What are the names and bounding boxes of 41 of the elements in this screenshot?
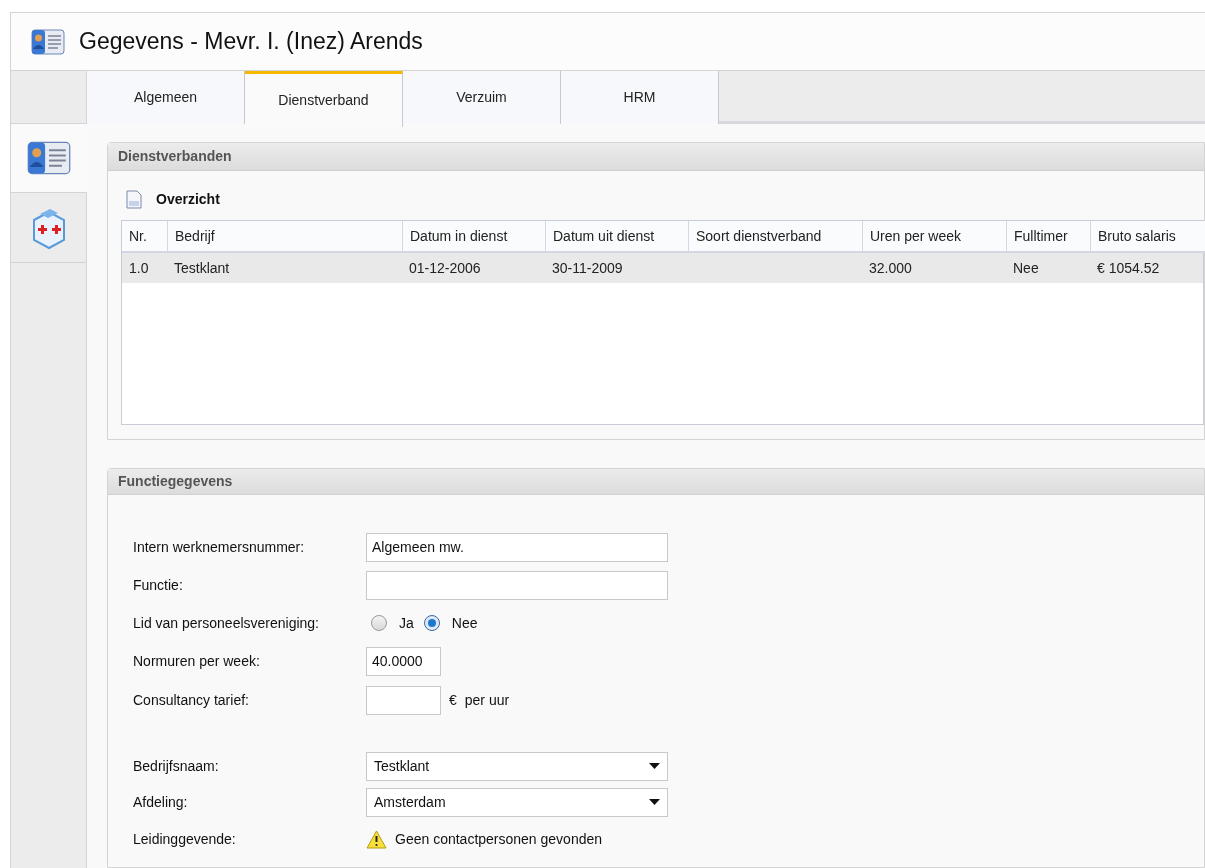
table-cell-text: 30-11-2009 (552, 258, 623, 278)
field-label: Bedrijfsnaam: (133, 756, 220, 776)
panel-title: Dienstverbanden (108, 143, 1204, 171)
table-cell-text: Testklant (174, 258, 230, 278)
panel-title: Functiegegevens (108, 469, 1204, 495)
tab[interactable]: Dienstverband (245, 71, 403, 127)
field-label: Functie: (133, 575, 184, 595)
tab[interactable]: Algemeen (87, 71, 245, 124)
field-label: Intern werknemersnummer: (133, 537, 306, 557)
window-title: Gegevens - Mevr. I. (Inez) Arends (79, 27, 423, 57)
table-cell-text: Nee (1013, 258, 1039, 278)
column-header[interactable]: Datum uit dienst (545, 221, 688, 251)
field-label: Leidinggevende: (133, 829, 237, 849)
unit-label: per uur (464, 690, 510, 710)
field-label: Lid van personeelsvereniging: (133, 613, 320, 633)
input-field[interactable]: 40.0000 (366, 646, 441, 676)
column-header[interactable]: Bruto salaris (1090, 221, 1205, 251)
tab[interactable]: HRM (561, 71, 719, 124)
dropdown[interactable]: Testklant (366, 751, 668, 781)
section-title: Overzicht (156, 190, 220, 209)
table-cell-text: 01-12-2006 (409, 258, 481, 278)
table-cell-text: 1.0 (129, 258, 149, 278)
field-label: Consultancy tarief: (133, 690, 250, 710)
column-header[interactable]: Fulltimer (1006, 221, 1090, 251)
radio-label: Nee (451, 613, 478, 633)
table-cell-text: 32.000 (869, 258, 912, 278)
table-row[interactable]: 1.0 Testklant 01-12-2006 30-11-2009 32.000 Nee € 1054.52 (122, 253, 1203, 283)
field-label: Normuren per week: (133, 651, 261, 671)
column-header[interactable]: Soort dienstverband (688, 221, 862, 251)
field-label: Afdeling: (133, 792, 189, 812)
column-header[interactable]: Datum in dienst (402, 221, 545, 251)
dropdown[interactable]: Amsterdam (366, 787, 668, 817)
tab[interactable]: Verzuim (403, 71, 561, 124)
column-header[interactable]: Bedrijf (167, 221, 402, 251)
warning-message: Geen contactpersonen gevonden (395, 829, 603, 849)
table-cell-text: € 1054.52 (1097, 258, 1160, 278)
column-header[interactable]: Uren per week (862, 221, 1006, 251)
radio-label: Ja (399, 613, 414, 633)
input-field[interactable]: Algemeen mw. (366, 532, 668, 562)
column-header[interactable]: Nr. (122, 221, 167, 251)
currency-symbol: € (449, 690, 457, 710)
